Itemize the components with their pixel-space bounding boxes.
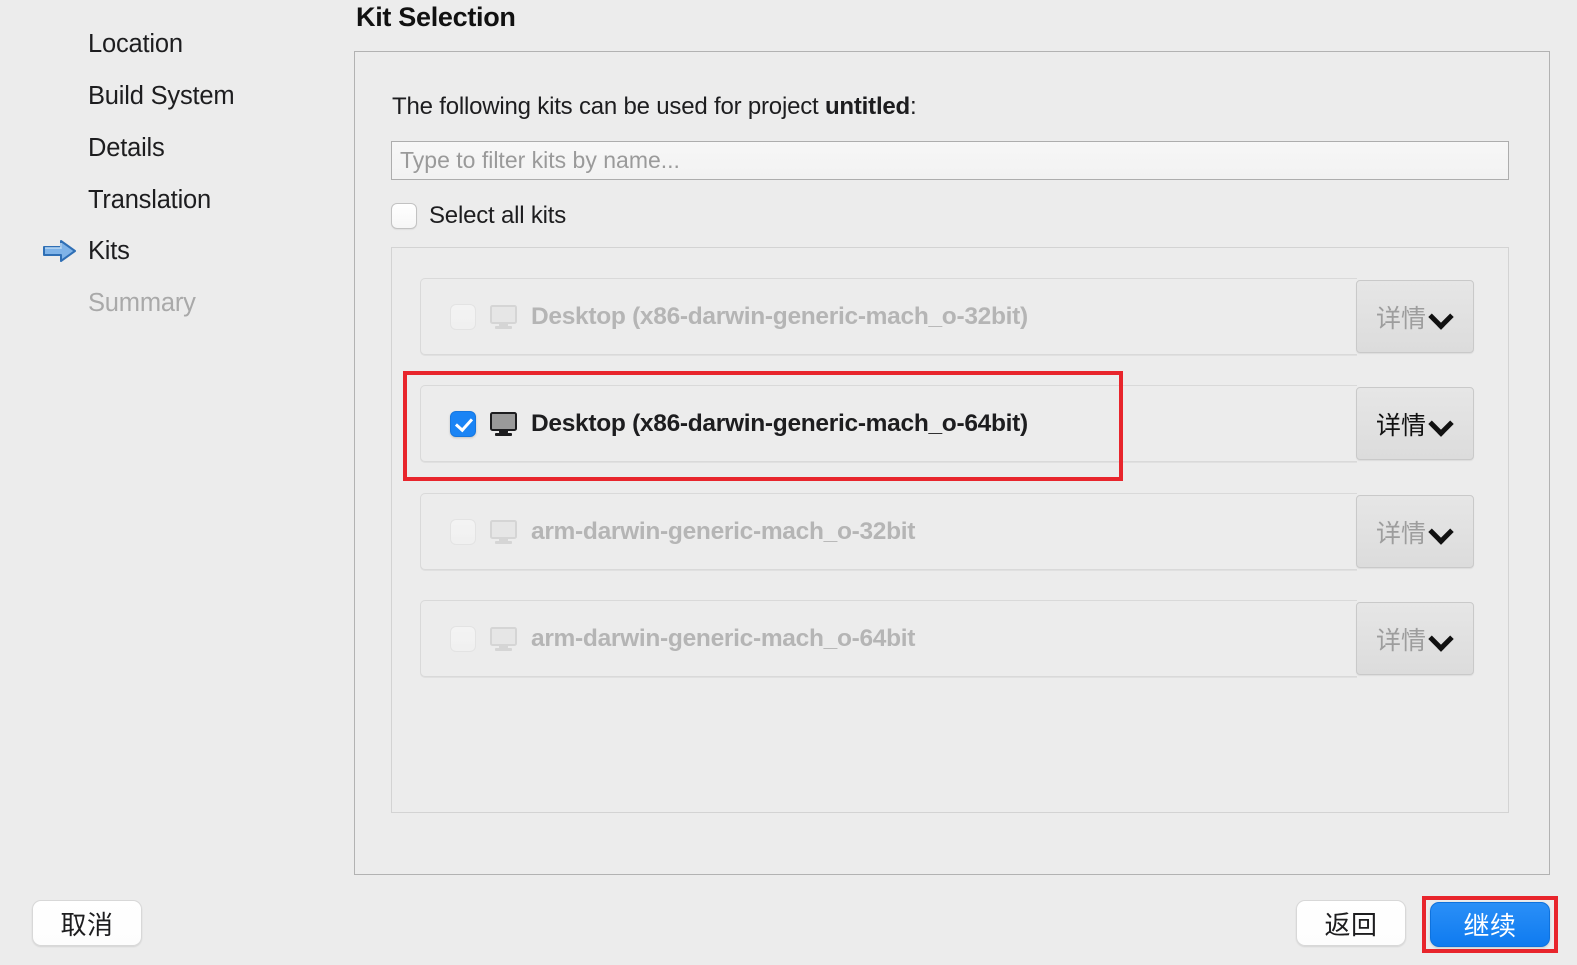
kit-details-button[interactable]: 详情 [1356, 280, 1474, 353]
sidebar-item-label: Build System [88, 81, 235, 110]
kit-name-label: arm-darwin-generic-mach_o-32bit [531, 517, 916, 545]
blue-arrow-icon [43, 240, 76, 262]
kit-row-body[interactable]: Desktop (x86-darwin-generic-mach_o-32bit… [420, 278, 1357, 355]
kit-details-button[interactable]: 详情 [1356, 602, 1474, 675]
sidebar-item-label: Summary [88, 288, 196, 317]
kit-list-item[interactable]: Desktop (x86-darwin-generic-mach_o-32bit… [420, 278, 1474, 355]
kit-checkbox[interactable] [450, 410, 476, 437]
kit-row-body[interactable]: arm-darwin-generic-mach_o-64bit [420, 600, 1357, 677]
cancel-button[interactable]: 取消 [32, 900, 142, 946]
sidebar-item-label: Kits [88, 236, 130, 265]
kit-checkbox[interactable] [450, 625, 476, 652]
chevron-down-icon [1428, 630, 1454, 647]
chevron-down-icon [1428, 308, 1454, 325]
intro-prefix: The following kits can be used for proje… [392, 93, 825, 120]
kit-details-label: 详情 [1375, 304, 1426, 333]
kit-filter-input[interactable] [391, 141, 1509, 180]
project-name: untitled [824, 93, 911, 120]
kit-row-body[interactable]: Desktop (x86-darwin-generic-mach_o-64bit… [420, 385, 1357, 462]
kit-checkbox[interactable] [450, 303, 476, 330]
select-all-kits-checkbox[interactable] [391, 203, 417, 229]
kit-details-label: 详情 [1375, 626, 1426, 655]
back-button[interactable]: 返回 [1296, 900, 1406, 946]
monitor-icon [490, 519, 517, 544]
sidebar-item-kits[interactable]: Kits [0, 231, 340, 271]
select-all-kits-label: Select all kits [429, 202, 567, 229]
sidebar-indicator-slot [0, 238, 88, 264]
kit-row-body[interactable]: arm-darwin-generic-mach_o-32bit [420, 493, 1357, 570]
kit-details-label: 详情 [1375, 411, 1426, 440]
kit-list: Desktop (x86-darwin-generic-mach_o-32bit… [391, 247, 1509, 813]
intro-suffix: : [910, 93, 917, 120]
kit-details-label: 详情 [1375, 519, 1426, 548]
sidebar-item-location[interactable]: Location [0, 24, 340, 64]
sidebar-item-label: Details [88, 133, 165, 162]
page-title: Kit Selection [356, 2, 516, 32]
select-all-kits-row[interactable]: Select all kits [391, 202, 566, 230]
sidebar-item-translation[interactable]: Translation [0, 180, 340, 220]
intro-text: The following kits can be used for proje… [392, 93, 917, 121]
kit-list-item[interactable]: arm-darwin-generic-mach_o-32bit 详情 [420, 493, 1474, 570]
monitor-icon [490, 304, 517, 329]
sidebar-item-build-system[interactable]: Build System [0, 76, 340, 116]
kit-checkbox[interactable] [450, 518, 476, 545]
sidebar-item-label: Location [88, 29, 183, 58]
kit-name-label: Desktop (x86-darwin-generic-mach_o-32bit… [531, 302, 1028, 330]
monitor-icon [490, 626, 517, 651]
continue-button[interactable]: 继续 [1430, 902, 1550, 947]
kit-list-item[interactable]: Desktop (x86-darwin-generic-mach_o-64bit… [420, 385, 1474, 462]
chevron-down-icon [1428, 415, 1454, 432]
wizard-step-sidebar: Location Build System Details Translatio… [0, 0, 340, 880]
sidebar-item-label: Translation [88, 185, 211, 214]
kit-details-button[interactable]: 详情 [1356, 495, 1474, 568]
chevron-down-icon [1428, 523, 1454, 540]
kit-name-label: arm-darwin-generic-mach_o-64bit [531, 624, 916, 652]
sidebar-item-details[interactable]: Details [0, 128, 340, 168]
monitor-icon [490, 411, 517, 436]
kit-details-button[interactable]: 详情 [1356, 387, 1474, 460]
kit-list-item[interactable]: arm-darwin-generic-mach_o-64bit 详情 [420, 600, 1474, 677]
sidebar-item-summary[interactable]: Summary [0, 283, 340, 323]
kit-name-label: Desktop (x86-darwin-generic-mach_o-64bit… [531, 409, 1028, 437]
